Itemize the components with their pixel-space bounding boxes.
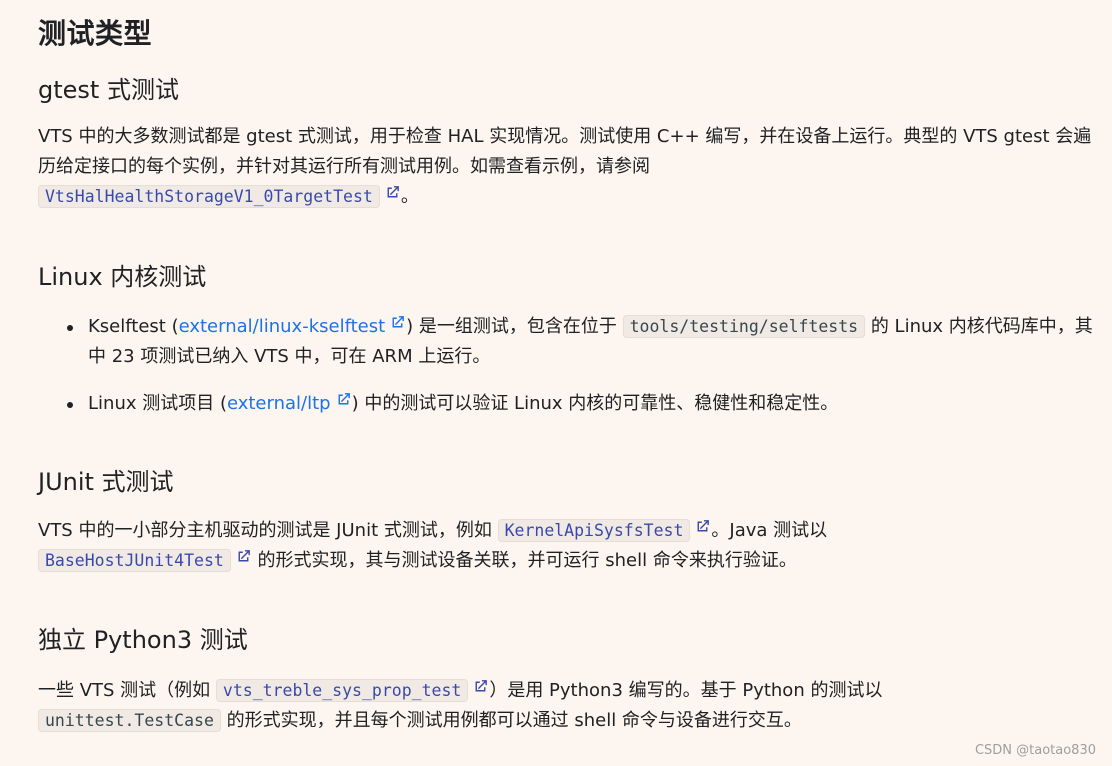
external-link-icon[interactable] xyxy=(694,518,711,535)
external-link-icon[interactable] xyxy=(235,548,252,565)
gtest-paragraph: VTS 中的大多数测试都是 gtest 式测试，用于检查 HAL 实现情况。测试… xyxy=(38,122,1096,212)
kselftest-text-2: ) 是一组测试，包含在位于 xyxy=(406,316,623,337)
junit-paragraph: VTS 中的一小部分主机驱动的测试是 JUnit 式测试，例如 KernelAp… xyxy=(38,516,1096,576)
vts-health-storage-code: VtsHalHealthStorageV1_0TargetTest xyxy=(38,185,380,208)
python-paragraph: 一些 VTS 测试（例如 vts_treble_sys_prop_test ）是用… xyxy=(38,676,1096,736)
kernel-api-sysfs-test-code: KernelApiSysfsTest xyxy=(497,519,691,542)
kernel-api-sysfs-test-link[interactable]: KernelApiSysfsTest xyxy=(497,519,691,542)
junit-text-2: 。Java 测试以 xyxy=(711,520,828,541)
gtest-text-end: 。 xyxy=(400,186,419,207)
external-link-icon[interactable] xyxy=(472,678,489,695)
junit-text-3: 的形式实现，其与测试设备关联，并可运行 shell 命令来执行验证。 xyxy=(251,550,797,571)
unittest-testcase-code: unittest.TestCase xyxy=(38,709,221,732)
bullet xyxy=(67,402,73,408)
linux-kselftest-link[interactable]: external/linux-kselftest xyxy=(179,316,386,337)
page-title: 测试类型 xyxy=(38,17,153,50)
section-heading-junit: JUnit 式测试 xyxy=(38,468,174,496)
external-link-icon[interactable] xyxy=(389,314,406,331)
vts-treble-sys-prop-test-code: vts_treble_sys_prop_test xyxy=(215,679,469,702)
bullet xyxy=(67,325,73,331)
gtest-text: VTS 中的大多数测试都是 gtest 式测试，用于检查 HAL 实现情况。测试… xyxy=(38,126,1092,177)
base-host-junit4-test-link[interactable]: BaseHostJUnit4Test xyxy=(38,549,231,572)
external-link-icon[interactable] xyxy=(335,391,352,408)
python-text-1: 一些 VTS 测试（例如 xyxy=(38,680,216,701)
base-host-junit4-test-code: BaseHostJUnit4Test xyxy=(38,549,231,572)
section-heading-gtest: gtest 式测试 xyxy=(38,76,179,104)
vts-health-storage-link[interactable]: VtsHalHealthStorageV1_0TargetTest xyxy=(38,185,380,208)
kselftest-text-1: Kselftest ( xyxy=(88,316,179,337)
linux-test-list: Kselftest (external/linux-kselftest ) 是一组… xyxy=(38,312,1098,419)
python-text-2: ）是用 Python3 编写的。基于 Python 的测试以 xyxy=(489,680,883,701)
selftests-path-code: tools/testing/selftests xyxy=(622,315,866,338)
list-item-kselftest: Kselftest (external/linux-kselftest ) 是一组… xyxy=(38,312,1098,372)
watermark: CSDN @taotao830 xyxy=(974,743,1096,758)
section-heading-python: 独立 Python3 测试 xyxy=(38,626,248,654)
external-ltp-link[interactable]: external/ltp xyxy=(227,393,331,414)
external-link-icon[interactable] xyxy=(384,184,401,201)
junit-text-1: VTS 中的一小部分主机驱动的测试是 JUnit 式测试，例如 xyxy=(38,520,498,541)
python-text-3: 的形式实现，并且每个测试用例都可以通过 shell 命令与设备进行交互。 xyxy=(220,710,802,731)
ltp-text-1: Linux 测试项目 ( xyxy=(88,393,227,414)
list-item-ltp: Linux 测试项目 (external/ltp ) 中的测试可以验证 Linux… xyxy=(38,389,1098,419)
section-heading-linux: Linux 内核测试 xyxy=(38,263,207,291)
vts-treble-sys-prop-test-link[interactable]: vts_treble_sys_prop_test xyxy=(215,679,469,702)
ltp-text-2: ) 中的测试可以验证 Linux 内核的可靠性、稳健性和稳定性。 xyxy=(351,393,839,414)
